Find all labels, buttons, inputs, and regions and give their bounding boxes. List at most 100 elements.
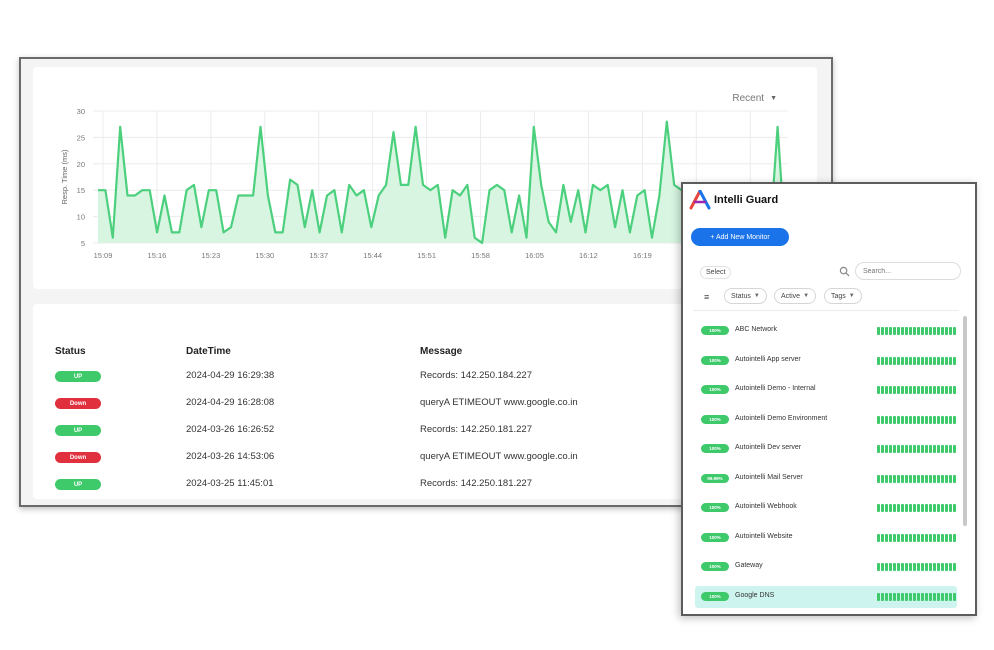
- heartbeat-bar: [901, 563, 904, 571]
- filter-icon[interactable]: ≡: [704, 292, 709, 302]
- heartbeat-bar: [945, 504, 948, 512]
- heartbeat-bar: [921, 327, 924, 335]
- heartbeat-bar: [953, 386, 956, 394]
- heartbeat-bar: [921, 474, 924, 483]
- heartbeat-bar: [877, 474, 880, 483]
- uptime-badge: 100%: [701, 444, 729, 453]
- monitor-list-item[interactable]: 100% Google DNS: [695, 585, 957, 608]
- heartbeat-bar: [881, 592, 884, 601]
- caret-down-icon: ▼: [753, 293, 760, 299]
- heartbeat-bar: [941, 474, 944, 483]
- column-header-message: Message: [420, 346, 463, 357]
- heartbeat-bar: [901, 474, 904, 483]
- heartbeat-bars: [877, 592, 956, 601]
- datetime-cell: 2024-03-26 16:26:52: [186, 424, 275, 435]
- uptime-badge: 100%: [701, 591, 729, 601]
- heartbeat-bar: [929, 563, 932, 571]
- x-tick-label: 15:51: [417, 251, 436, 260]
- monitor-list-item[interactable]: 100% ABC Network: [695, 320, 957, 342]
- heartbeat-bar: [949, 356, 952, 365]
- heartbeat-bar: [909, 563, 912, 571]
- heartbeat-bar: [921, 504, 924, 512]
- add-new-monitor-button[interactable]: + Add New Monitor: [691, 228, 789, 246]
- heartbeat-bar: [881, 563, 884, 571]
- uptime-badge: 100%: [701, 532, 729, 542]
- heartbeat-bar: [945, 356, 948, 365]
- monitor-list-item[interactable]: 100% Autointelli Demo Environment: [695, 409, 957, 431]
- heartbeat-bar: [885, 415, 888, 424]
- heartbeat-bar: [885, 563, 888, 571]
- heartbeat-bar: [925, 563, 928, 571]
- monitor-name: Autointelli Website: [735, 532, 793, 540]
- heartbeat-bar: [901, 356, 904, 365]
- heartbeat-bar: [913, 592, 916, 601]
- heartbeat-bar: [901, 386, 904, 394]
- heartbeat-bar: [885, 592, 888, 601]
- heartbeat-bar: [937, 504, 940, 512]
- heartbeat-bar: [949, 533, 952, 542]
- x-tick-label: 15:23: [201, 251, 220, 260]
- message-cell: Records: 142.250.184.227: [420, 370, 532, 381]
- heartbeat-bar: [917, 327, 920, 335]
- heartbeat-bar: [937, 415, 940, 424]
- heartbeat-bar: [941, 592, 944, 601]
- heartbeat-bar: [953, 327, 956, 335]
- heartbeat-bar: [881, 415, 884, 424]
- heartbeat-bar: [941, 504, 944, 512]
- monitor-list-item[interactable]: 99.99% Autointelli Mail Server: [695, 468, 957, 490]
- heartbeat-bar: [889, 592, 892, 601]
- monitor-name: Autointelli Dev server: [735, 444, 802, 451]
- heartbeat-bar: [877, 445, 880, 453]
- monitor-list-item[interactable]: 100% Autointelli Webhook: [695, 497, 957, 519]
- heartbeat-bar: [885, 533, 888, 542]
- monitor-list-item[interactable]: 100% Gateway: [695, 556, 957, 578]
- heartbeat-bar: [885, 474, 888, 483]
- heartbeat-bar: [877, 533, 880, 542]
- y-tick-label: 20: [77, 160, 85, 169]
- tags-filter-button[interactable]: Tags ▼: [824, 288, 862, 304]
- heartbeat-bar: [921, 563, 924, 571]
- select-button[interactable]: Select: [700, 266, 732, 279]
- heartbeat-bar: [933, 445, 936, 453]
- heartbeat-bar: [901, 445, 904, 453]
- heartbeat-bar: [929, 504, 932, 512]
- heartbeat-bar: [929, 327, 932, 335]
- status-badge: Down: [55, 398, 101, 409]
- message-cell: queryA ETIMEOUT www.google.co.in: [420, 397, 578, 408]
- heartbeat-bar: [933, 533, 936, 542]
- monitor-name: Google DNS: [735, 591, 775, 599]
- monitor-list-item[interactable]: 100% Autointelli App server: [695, 350, 957, 372]
- heartbeat-bar: [921, 445, 924, 453]
- heartbeat-bar: [945, 445, 948, 453]
- search-input[interactable]: [855, 262, 961, 280]
- heartbeat-bar: [933, 504, 936, 512]
- scrollbar[interactable]: [963, 316, 967, 526]
- monitor-list-item[interactable]: 100% Autointelli Dev server: [695, 438, 957, 460]
- heartbeat-bar: [921, 386, 924, 394]
- column-header-datetime: DateTime: [186, 346, 231, 357]
- heartbeat-bar: [897, 445, 900, 453]
- heartbeat-bars: [877, 415, 956, 424]
- status-badge: UP: [55, 425, 101, 436]
- heartbeat-bar: [949, 563, 952, 571]
- heartbeat-bar: [925, 386, 928, 394]
- heartbeat-bar: [917, 533, 920, 542]
- heartbeat-bar: [933, 327, 936, 335]
- heartbeat-bar: [925, 474, 928, 483]
- heartbeat-bar: [953, 504, 956, 512]
- heartbeat-bar: [901, 327, 904, 335]
- monitor-list-item[interactable]: 100% Autointelli Website: [695, 527, 957, 549]
- heartbeat-bar: [893, 356, 896, 365]
- heartbeat-bar: [921, 415, 924, 424]
- heartbeat-bars: [877, 533, 956, 542]
- active-filter-button[interactable]: Active ▼: [774, 288, 817, 304]
- heartbeat-bar: [893, 415, 896, 424]
- heartbeat-bar: [901, 504, 904, 512]
- heartbeat-bar: [953, 563, 956, 571]
- heartbeat-bar: [909, 327, 912, 335]
- status-filter-button[interactable]: Status ▼: [724, 288, 767, 304]
- heartbeat-bar: [897, 474, 900, 483]
- monitor-list-item[interactable]: 100% Autointelli Demo - Internal: [695, 379, 957, 401]
- heartbeat-bar: [941, 533, 944, 542]
- heartbeat-bar: [897, 356, 900, 365]
